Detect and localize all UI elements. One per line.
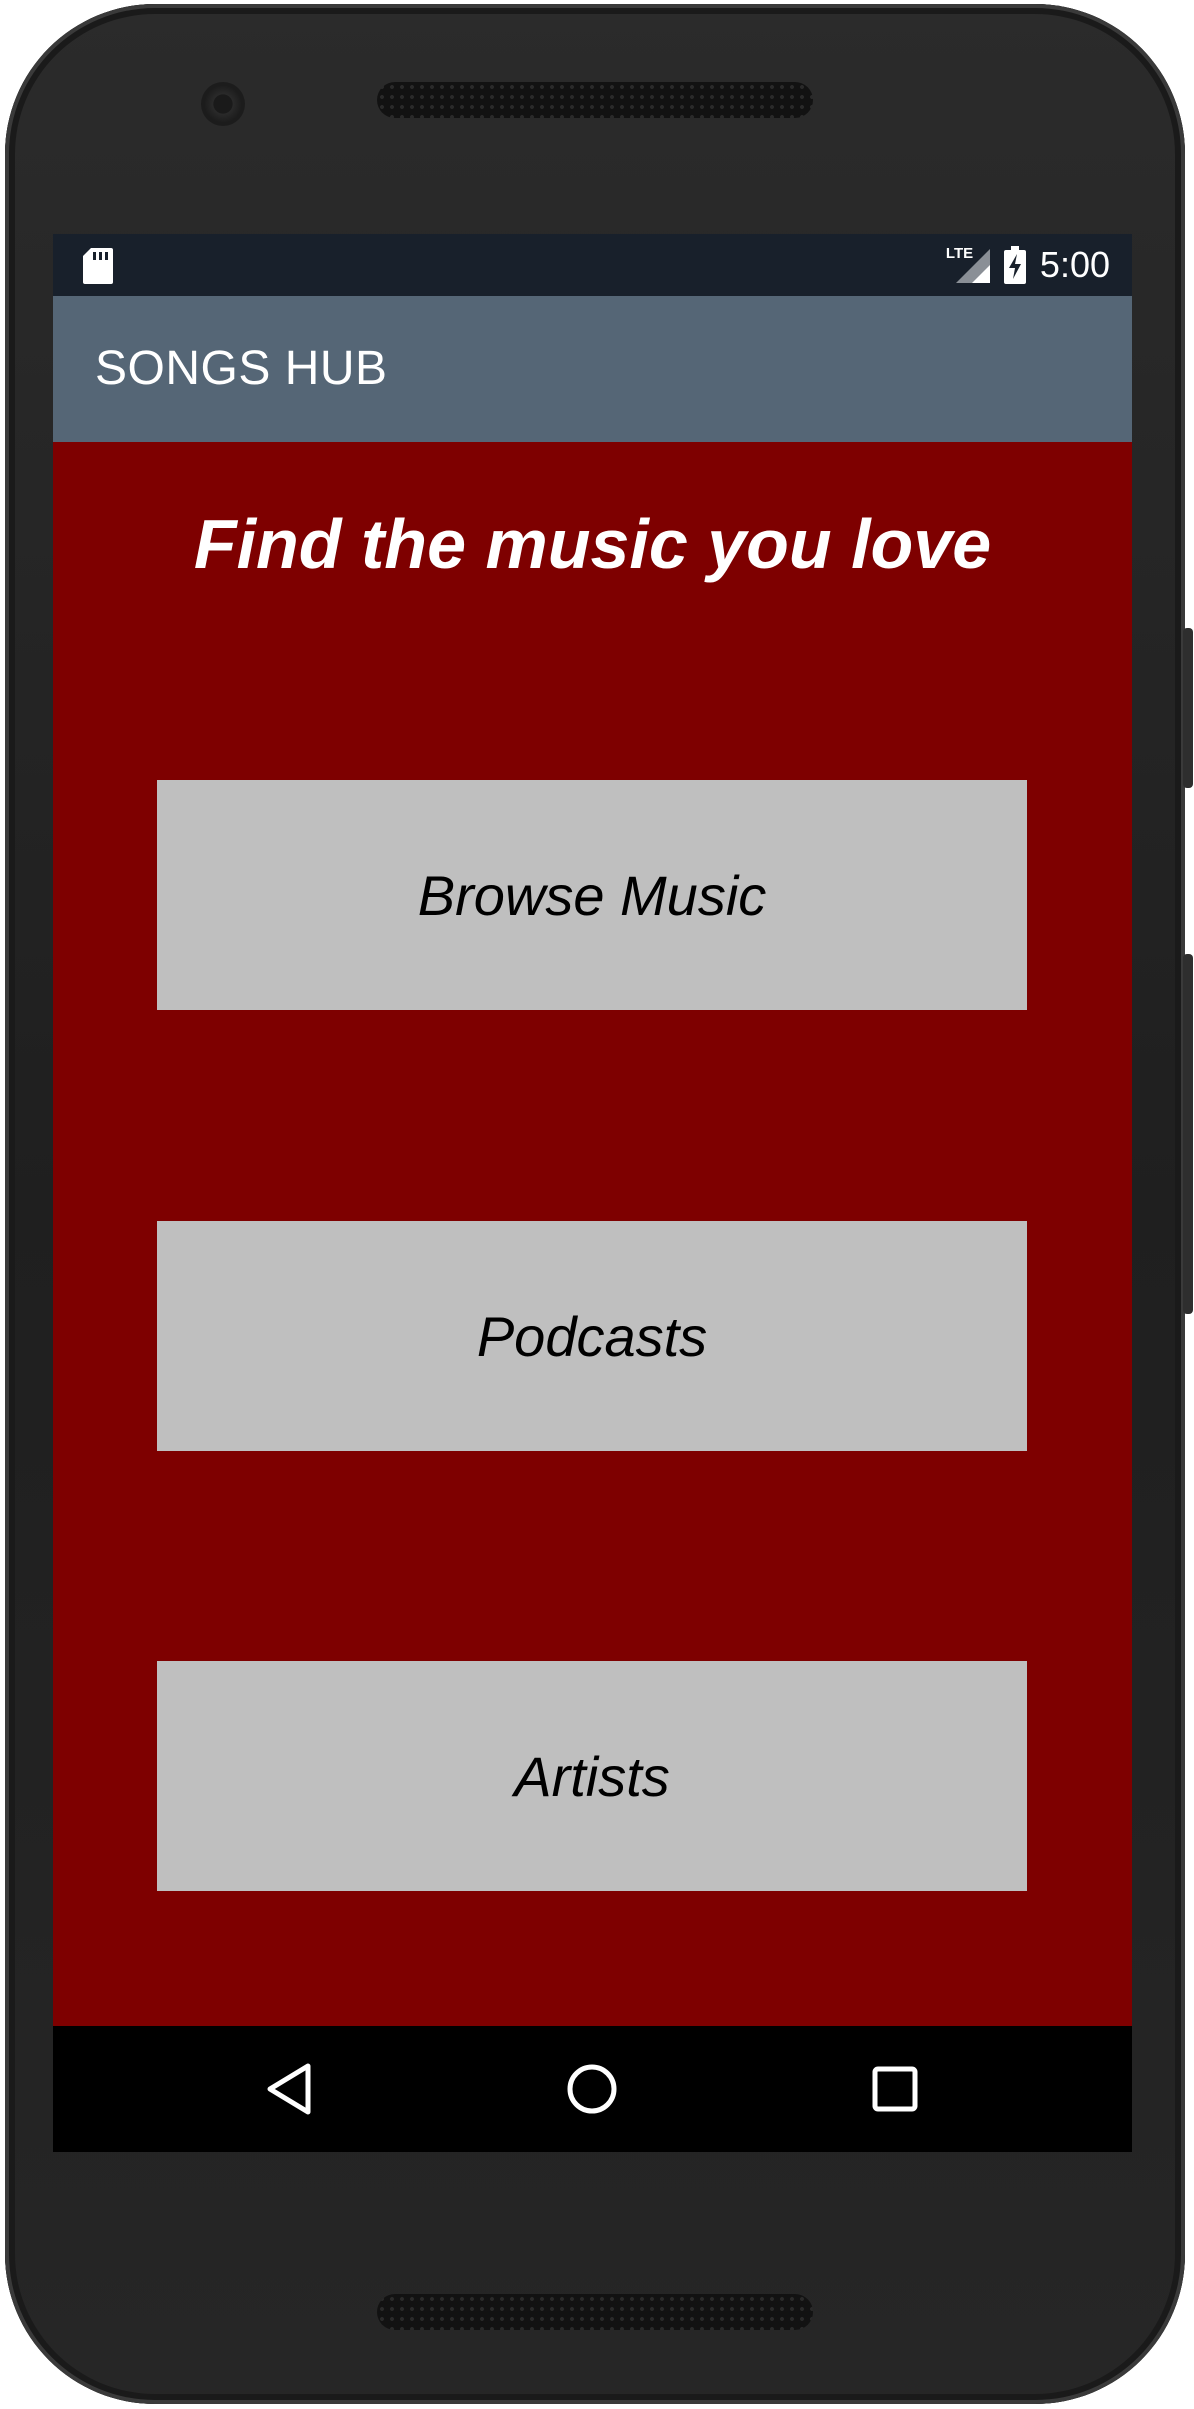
- browse-music-button[interactable]: Browse Music: [157, 780, 1027, 1010]
- volume-button: [1183, 954, 1193, 1314]
- home-icon[interactable]: [562, 2059, 622, 2119]
- status-bar: LTE 5:00: [53, 234, 1132, 296]
- status-clock: 5:00: [1039, 244, 1110, 285]
- artists-button[interactable]: Artists: [157, 1661, 1027, 1891]
- sd-card-icon: [83, 248, 113, 284]
- front-camera: [201, 82, 245, 126]
- lte-label: LTE: [945, 245, 974, 262]
- screen: LTE 5:00 SONGS HUB Find the music you lo…: [53, 234, 1132, 2152]
- top-speaker: [377, 82, 813, 118]
- app-bar: SONGS HUB: [53, 296, 1132, 442]
- headline: Find the music you love: [193, 505, 992, 583]
- app-title: SONGS HUB: [95, 342, 388, 395]
- podcasts-button[interactable]: Podcasts: [157, 1221, 1027, 1451]
- recents-icon[interactable]: [865, 2059, 925, 2119]
- bottom-speaker: [377, 2294, 813, 2330]
- lte-signal-icon: LTE: [946, 245, 990, 285]
- navigation-bar: [53, 2026, 1132, 2152]
- status-icons: LTE 5:00: [946, 234, 1110, 296]
- battery-charging-icon: [1003, 246, 1026, 284]
- back-icon[interactable]: [259, 2059, 319, 2119]
- power-button: [1183, 628, 1193, 788]
